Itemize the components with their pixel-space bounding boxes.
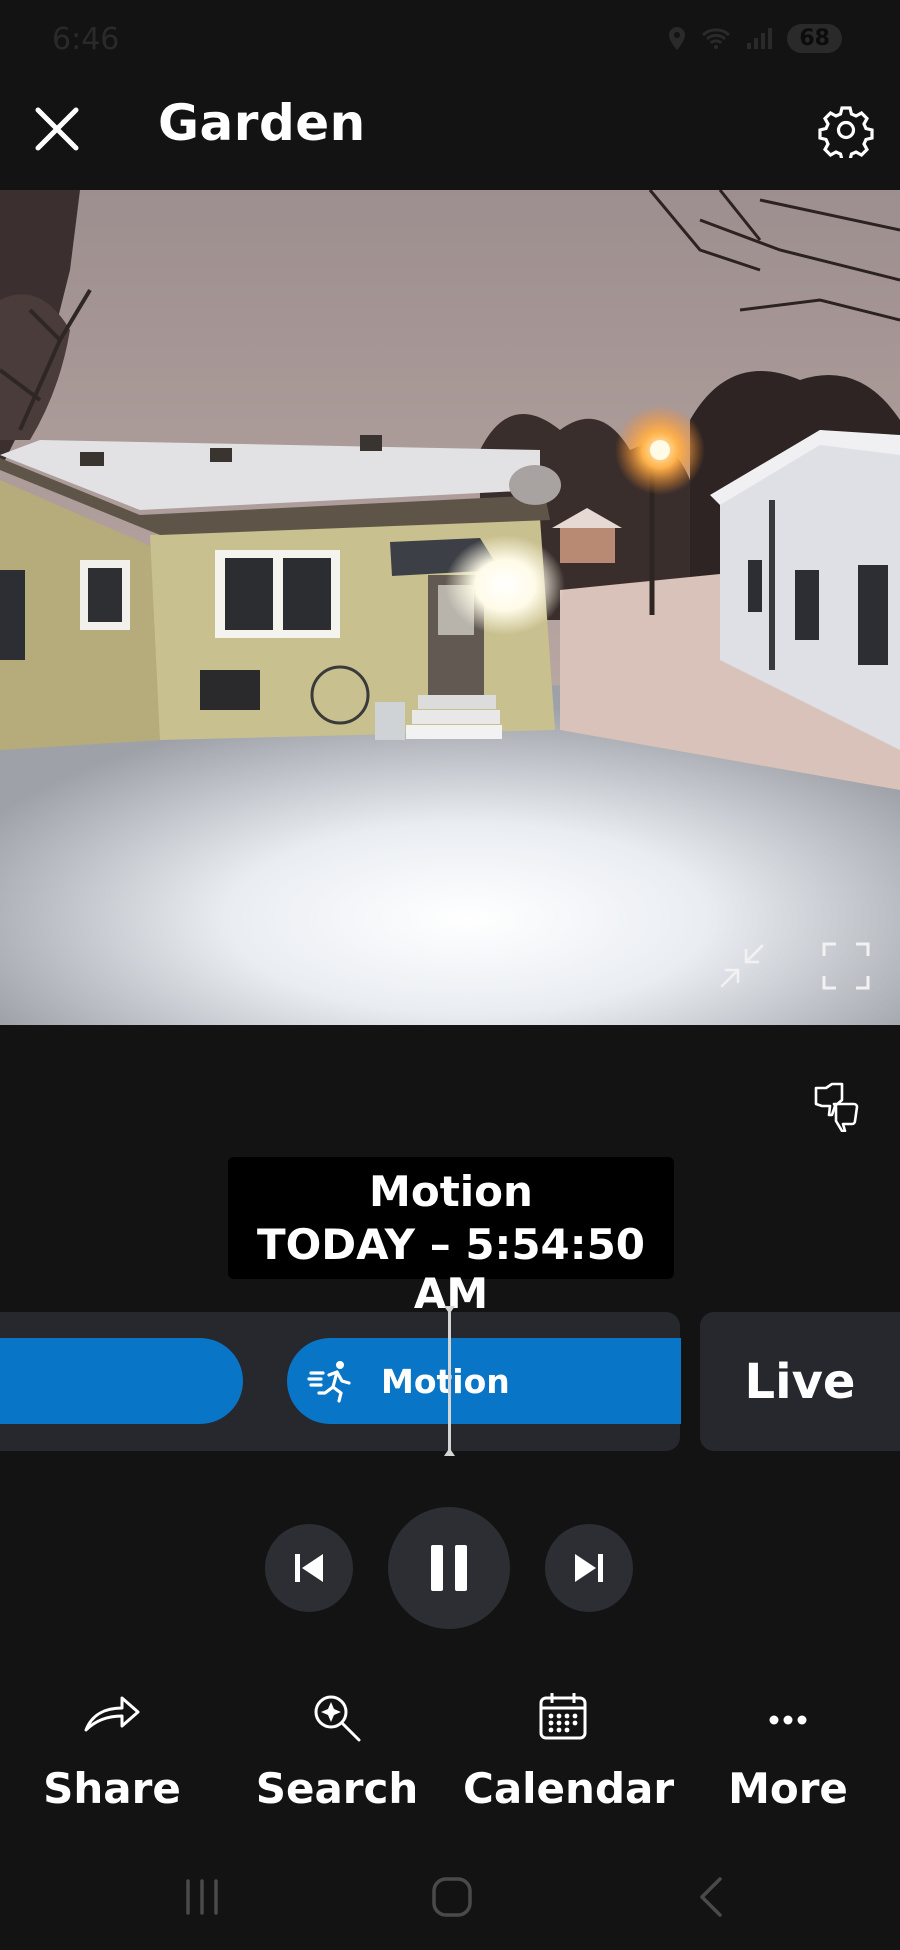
- home-button[interactable]: [430, 1875, 474, 1923]
- previous-event-button[interactable]: [265, 1524, 353, 1612]
- camera-scene-image: [0, 190, 900, 1025]
- back-icon: [700, 1877, 722, 1917]
- settings-button[interactable]: [818, 102, 874, 162]
- motion-runner-icon: [307, 1361, 351, 1403]
- skip-next-icon: [575, 1554, 603, 1582]
- wifi-icon: [702, 27, 731, 49]
- collapse-icon: [720, 944, 764, 988]
- pause-icon: [431, 1545, 467, 1591]
- search-sparkle-icon: [314, 1695, 361, 1742]
- more-dots-icon: [769, 1715, 807, 1725]
- event-info: Motion TODAY – 5:54:50 AM: [228, 1157, 674, 1318]
- back-button[interactable]: [690, 1875, 734, 1923]
- share-label: Share: [43, 1764, 181, 1813]
- recent-apps-button[interactable]: [180, 1875, 224, 1923]
- fullscreen-icon: [822, 942, 870, 990]
- pause-button[interactable]: [388, 1507, 510, 1629]
- event-time: TODAY – 5:54:50 AM: [256, 1220, 646, 1318]
- calendar-icon: [539, 1693, 587, 1740]
- next-event-button[interactable]: [545, 1524, 633, 1612]
- live-button[interactable]: Live: [700, 1312, 900, 1451]
- collapse-button[interactable]: [716, 940, 768, 992]
- search-action[interactable]: Search: [237, 1690, 437, 1813]
- timeline-motion-segment[interactable]: Motion: [287, 1338, 681, 1424]
- battery-indicator: 68: [787, 24, 842, 53]
- camera-video-feed[interactable]: [0, 190, 900, 1025]
- share-action[interactable]: Share: [12, 1690, 212, 1813]
- status-time: 6:46: [52, 22, 120, 57]
- location-icon: [669, 26, 686, 50]
- close-icon: [35, 107, 79, 151]
- home-icon: [432, 1877, 472, 1917]
- search-label: Search: [255, 1764, 419, 1813]
- timeline-event-segment[interactable]: [0, 1338, 243, 1424]
- recent-apps-icon: [186, 1879, 218, 1915]
- share-arrow-icon: [84, 1696, 140, 1732]
- timeline-playhead[interactable]: [448, 1308, 451, 1455]
- gear-icon: [818, 106, 874, 162]
- feedback-thumbs-icon: [814, 1082, 859, 1133]
- event-type: Motion: [369, 1167, 533, 1216]
- signal-icon: [747, 27, 773, 49]
- page-title: Garden: [158, 94, 366, 152]
- more-label: More: [728, 1764, 848, 1813]
- more-action[interactable]: More: [688, 1690, 888, 1813]
- calendar-action[interactable]: Calendar: [463, 1690, 675, 1813]
- fullscreen-button[interactable]: [820, 940, 872, 992]
- motion-segment-label: Motion: [381, 1361, 510, 1401]
- close-button[interactable]: [28, 100, 88, 160]
- skip-previous-icon: [295, 1554, 323, 1582]
- calendar-label: Calendar: [463, 1764, 675, 1813]
- status-icons: 68: [667, 24, 842, 53]
- feedback-button[interactable]: [812, 1082, 866, 1133]
